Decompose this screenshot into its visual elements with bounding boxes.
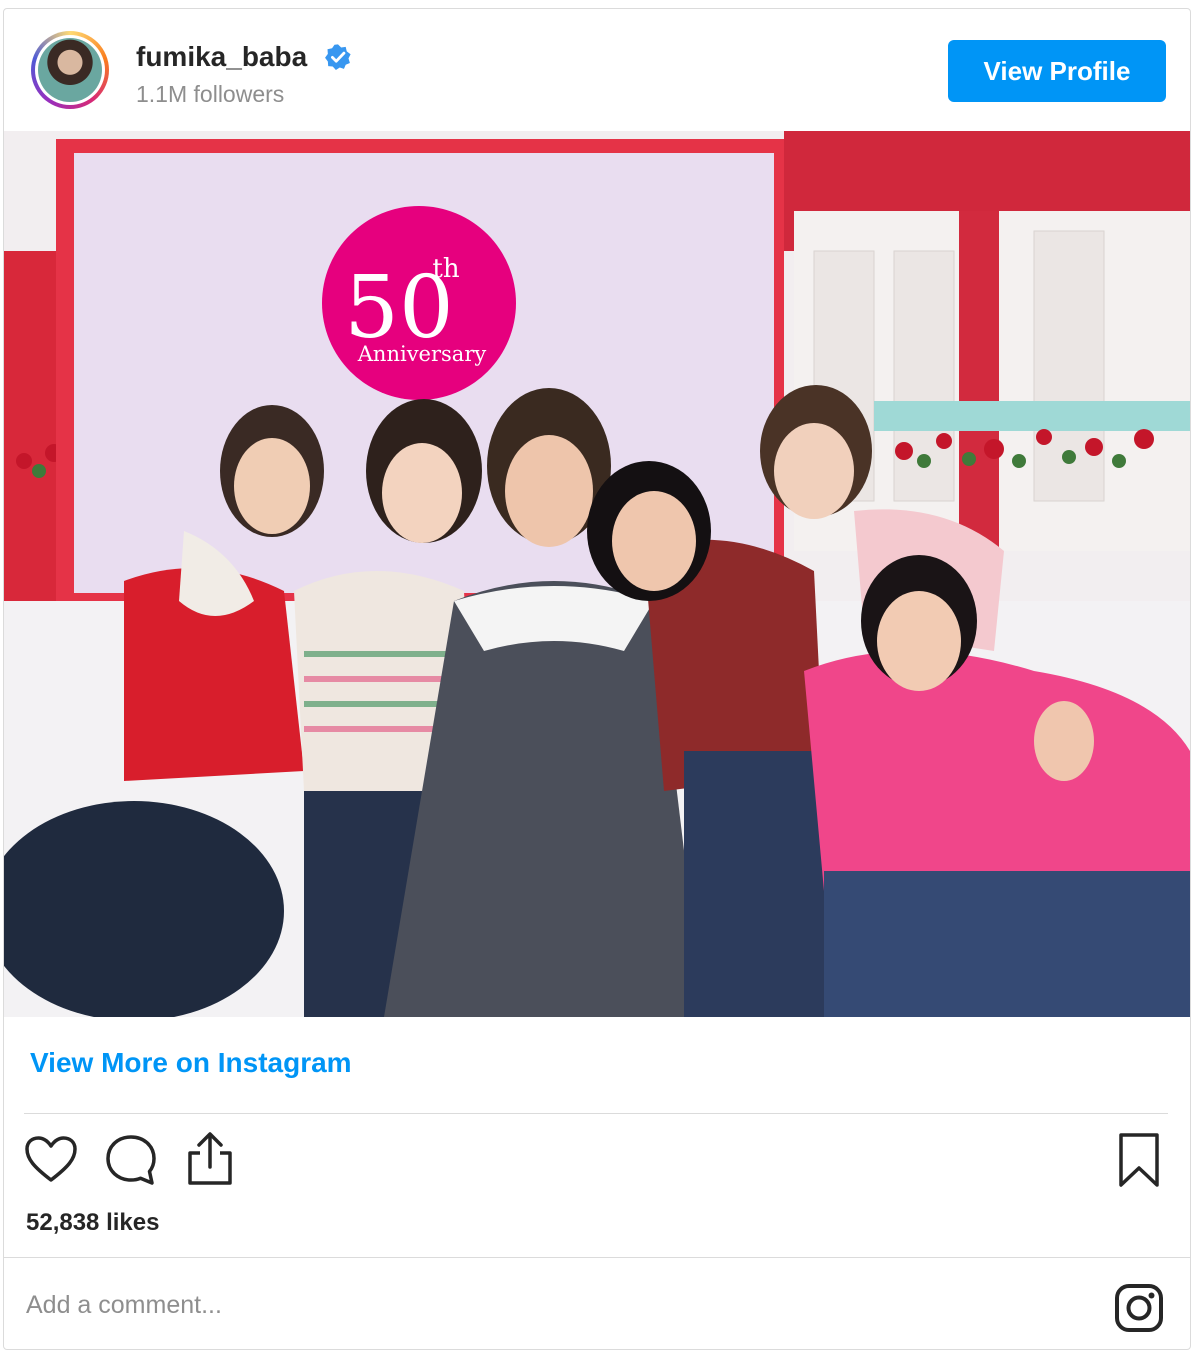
followers-count: 1.1M followers [136, 81, 285, 107]
instagram-logo-icon[interactable] [1114, 1283, 1164, 1333]
badge-suffix: th [432, 254, 459, 284]
divider [24, 1113, 1168, 1114]
post-header: fumika_baba 1.1M followers View Profile [4, 9, 1190, 131]
view-profile-button[interactable]: View Profile [948, 40, 1166, 102]
view-more-link[interactable]: View More on Instagram [30, 1047, 352, 1079]
heart-icon[interactable] [24, 1135, 78, 1185]
comment-input[interactable]: Add a comment... [26, 1291, 222, 1320]
instagram-embed-card: fumika_baba 1.1M followers View Profile [3, 8, 1191, 1350]
likes-count: 52,838 likes [26, 1209, 160, 1236]
comment-icon[interactable] [104, 1133, 158, 1187]
bookmark-icon[interactable] [1116, 1131, 1162, 1189]
badge-text: Anniversary [357, 342, 487, 366]
avatar-image [38, 38, 102, 102]
post-photo[interactable]: 50 th Anniversary [4, 131, 1190, 1017]
username[interactable]: fumika_baba [136, 41, 307, 73]
verified-badge-icon [325, 44, 351, 70]
share-icon[interactable] [184, 1131, 236, 1187]
photo-illustration: 50 th Anniversary [4, 131, 1190, 1017]
avatar[interactable] [31, 31, 109, 109]
divider [4, 1257, 1190, 1258]
action-bar [4, 1129, 1190, 1193]
